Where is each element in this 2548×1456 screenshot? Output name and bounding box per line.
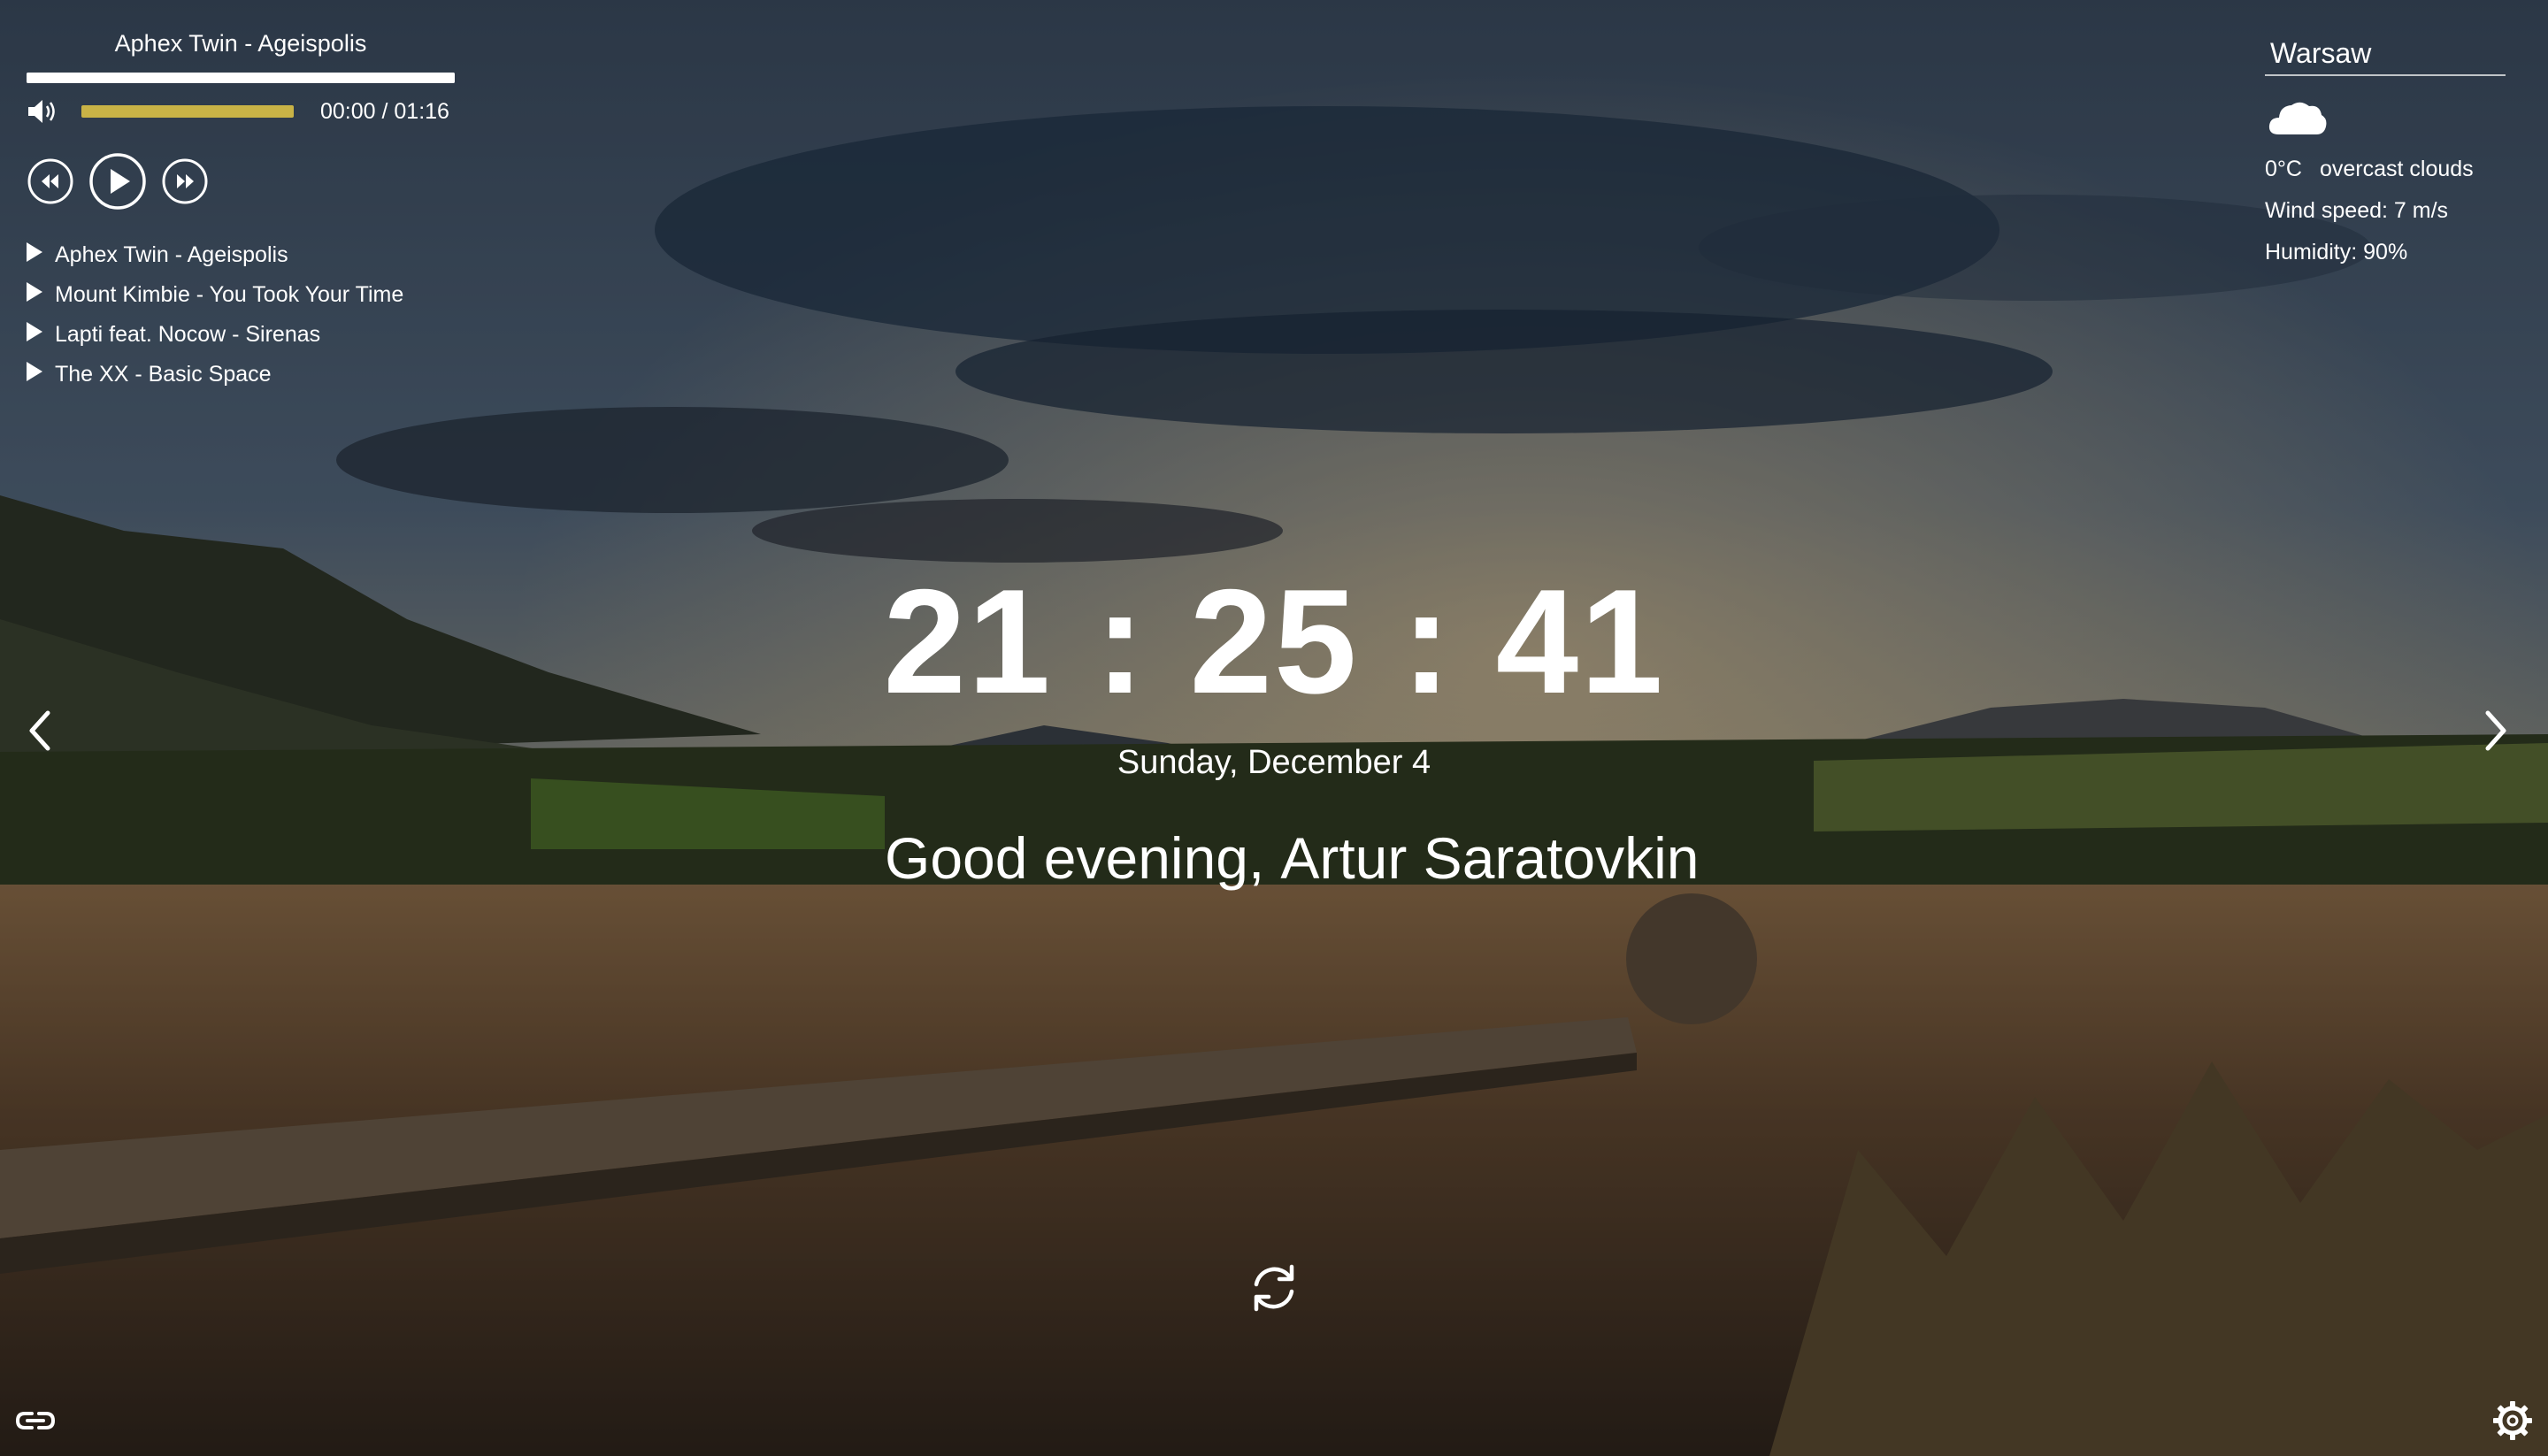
rewind-button[interactable]	[27, 157, 74, 205]
playlist-item[interactable]: Mount Kimbie - You Took Your Time	[27, 275, 455, 315]
playlist-item[interactable]: Aphex Twin - Ageispolis	[27, 235, 455, 275]
dashboard: Aphex Twin - Ageispolis 00:00 / 01:16 Ap…	[0, 0, 2548, 1456]
fast-forward-button[interactable]	[161, 157, 209, 205]
play-triangle-icon	[27, 321, 42, 341]
player-controls	[27, 152, 455, 211]
track-progress-fill	[27, 73, 455, 83]
play-triangle-icon	[27, 361, 42, 381]
play-button[interactable]	[88, 152, 147, 211]
rewind-icon	[27, 158, 73, 204]
greeting-salutation: Good evening,	[885, 825, 1265, 891]
refresh-icon	[1254, 1264, 1294, 1312]
date-display: Sunday, December 4	[1117, 744, 1431, 781]
greeting: Good evening, Artur Saratovkin	[885, 823, 1700, 893]
play-icon	[89, 153, 146, 210]
next-background-button[interactable]	[2470, 704, 2518, 757]
weather-temp-row: 0°C overcast clouds	[2265, 149, 2506, 190]
volume-slider-fill	[81, 105, 294, 118]
chevron-right-icon	[2485, 710, 2506, 751]
previous-background-button[interactable]	[18, 704, 65, 757]
clock-time: 21 : 25 : 41	[883, 558, 1665, 724]
now-playing-title: Aphex Twin - Ageispolis	[114, 30, 367, 57]
volume-slider[interactable]	[81, 105, 294, 118]
temperature: 0°C	[2265, 157, 2302, 181]
wind-speed: Wind speed: 7 m/s	[2265, 198, 2449, 223]
playlist-item[interactable]: Lapti feat. Nocow - Sirenas	[27, 315, 455, 355]
weather-widget: 0°C overcast clouds Wind speed: 7 m/s Hum…	[2265, 32, 2506, 273]
play-triangle-icon	[27, 241, 42, 262]
playlist-item-label: Lapti feat. Nocow - Sirenas	[55, 322, 321, 347]
gear-icon	[2493, 1401, 2532, 1440]
volume-row: 00:00 / 01:16	[27, 96, 455, 127]
fast-forward-icon	[162, 158, 208, 204]
weather-description: overcast clouds	[2319, 157, 2474, 181]
playlist-item-label: The XX - Basic Space	[55, 362, 272, 387]
overcast-clouds-icon	[2267, 96, 2329, 140]
speaker-icon[interactable]	[27, 97, 60, 126]
link-button[interactable]	[14, 1403, 57, 1438]
link-icon	[15, 1412, 56, 1429]
play-triangle-icon	[27, 281, 42, 302]
playlist-item-label: Aphex Twin - Ageispolis	[55, 242, 288, 267]
refresh-button[interactable]	[1246, 1260, 1302, 1316]
humidity: Humidity: 90%	[2265, 240, 2408, 264]
track-progress-bar[interactable]	[27, 73, 455, 83]
audio-player: Aphex Twin - Ageispolis 00:00 / 01:16 Ap…	[27, 25, 455, 409]
time-display: 00:00 / 01:16	[320, 98, 449, 124]
playlist-item-label: Mount Kimbie - You Took Your Time	[55, 282, 404, 307]
playlist: Aphex Twin - Ageispolis Mount Kimbie - Y…	[27, 235, 455, 395]
playlist-item[interactable]: The XX - Basic Space	[27, 355, 455, 395]
greeting-name[interactable]: Artur Saratovkin	[1280, 825, 1699, 891]
chevron-left-icon	[29, 710, 50, 751]
city-input[interactable]	[2265, 32, 2506, 76]
settings-button[interactable]	[2491, 1399, 2534, 1442]
